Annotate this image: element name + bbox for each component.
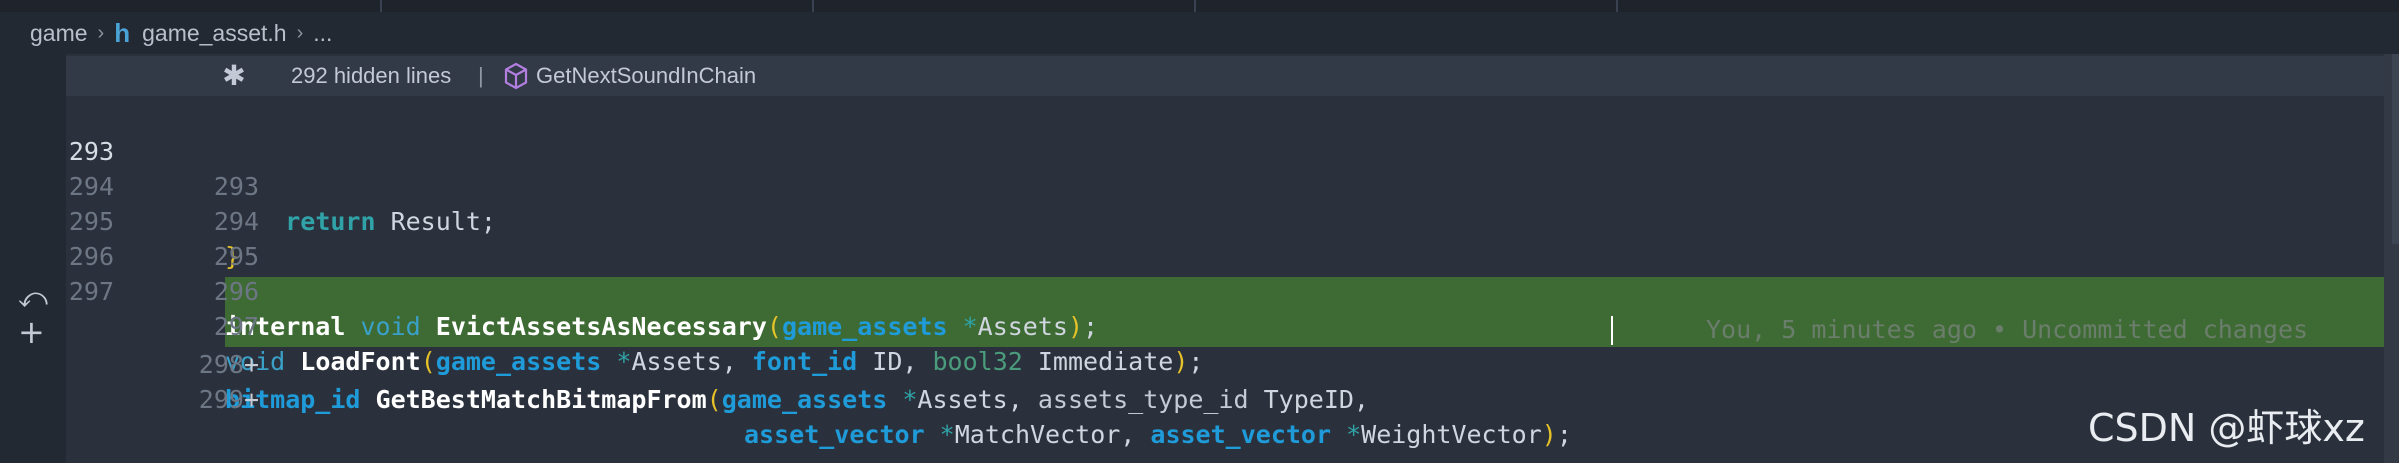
code-text: void LoadFont(game_assets *Assets, font_… [225, 347, 1204, 376]
added-marker: + [243, 350, 259, 379]
text-cursor [1611, 316, 1613, 345]
code-line[interactable]: 297 297 void LoadFont(game_assets *Asset… [66, 239, 2384, 376]
breadcrumb: game › h game_asset.h › ... [0, 12, 2399, 54]
tab[interactable] [0, 0, 382, 12]
tab[interactable] [382, 0, 814, 12]
code-line[interactable]: 294 294 } [66, 134, 2384, 271]
tab-strip [0, 0, 2399, 12]
unfold-icon[interactable]: ✱ [220, 62, 248, 90]
glyph-margin [0, 54, 66, 463]
watermark: CSDN @虾球xz [2088, 406, 2365, 450]
line-number-modified: 298+ [198, 350, 259, 379]
line-number-modified: 299+ [198, 385, 259, 414]
code-text: asset_vector *MatchVector, asset_vector … [744, 420, 1572, 449]
undo-icon[interactable]: ⤺ [18, 281, 48, 315]
code-line[interactable]: 295 295 [66, 169, 2384, 271]
header-separator: | [478, 63, 484, 88]
c-header-file-icon: h [114, 17, 131, 48]
symbol-name[interactable]: GetNextSoundInChain [536, 63, 756, 89]
inline-blame-annotation: You, 5 minutes ago • Uncommitted changes [1706, 315, 2309, 344]
cube-icon [503, 62, 529, 96]
breadcrumb-folder[interactable]: game [30, 20, 88, 47]
scrollbar-thumb[interactable] [2392, 54, 2399, 244]
breadcrumb-ellipsis[interactable]: ... [313, 20, 332, 47]
chevron-right-icon: › [97, 21, 105, 44]
code-line[interactable]: 296 296 internal void EvictAssetsAsNeces… [66, 204, 2384, 341]
tab[interactable] [1196, 0, 1618, 12]
hidden-lines-label[interactable]: 292 hidden lines [291, 63, 451, 89]
hidden-lines-header[interactable]: ✱ 292 hidden lines | GetNextSoundInChain [66, 56, 2384, 96]
code-text: bitmap_id GetBestMatchBitmapFrom(game_as… [225, 385, 1369, 414]
tab[interactable] [814, 0, 1196, 12]
chevron-right-icon: › [296, 21, 304, 44]
added-marker: + [243, 385, 259, 414]
code-line-added[interactable]: 298+ bitmap_id GetBestMatchBitmapFrom(ga… [66, 277, 2384, 414]
plus-icon[interactable]: + [18, 313, 45, 351]
code-line[interactable]: 293 293 return Result; [66, 99, 2384, 236]
breadcrumb-file[interactable]: game_asset.h [142, 20, 286, 47]
